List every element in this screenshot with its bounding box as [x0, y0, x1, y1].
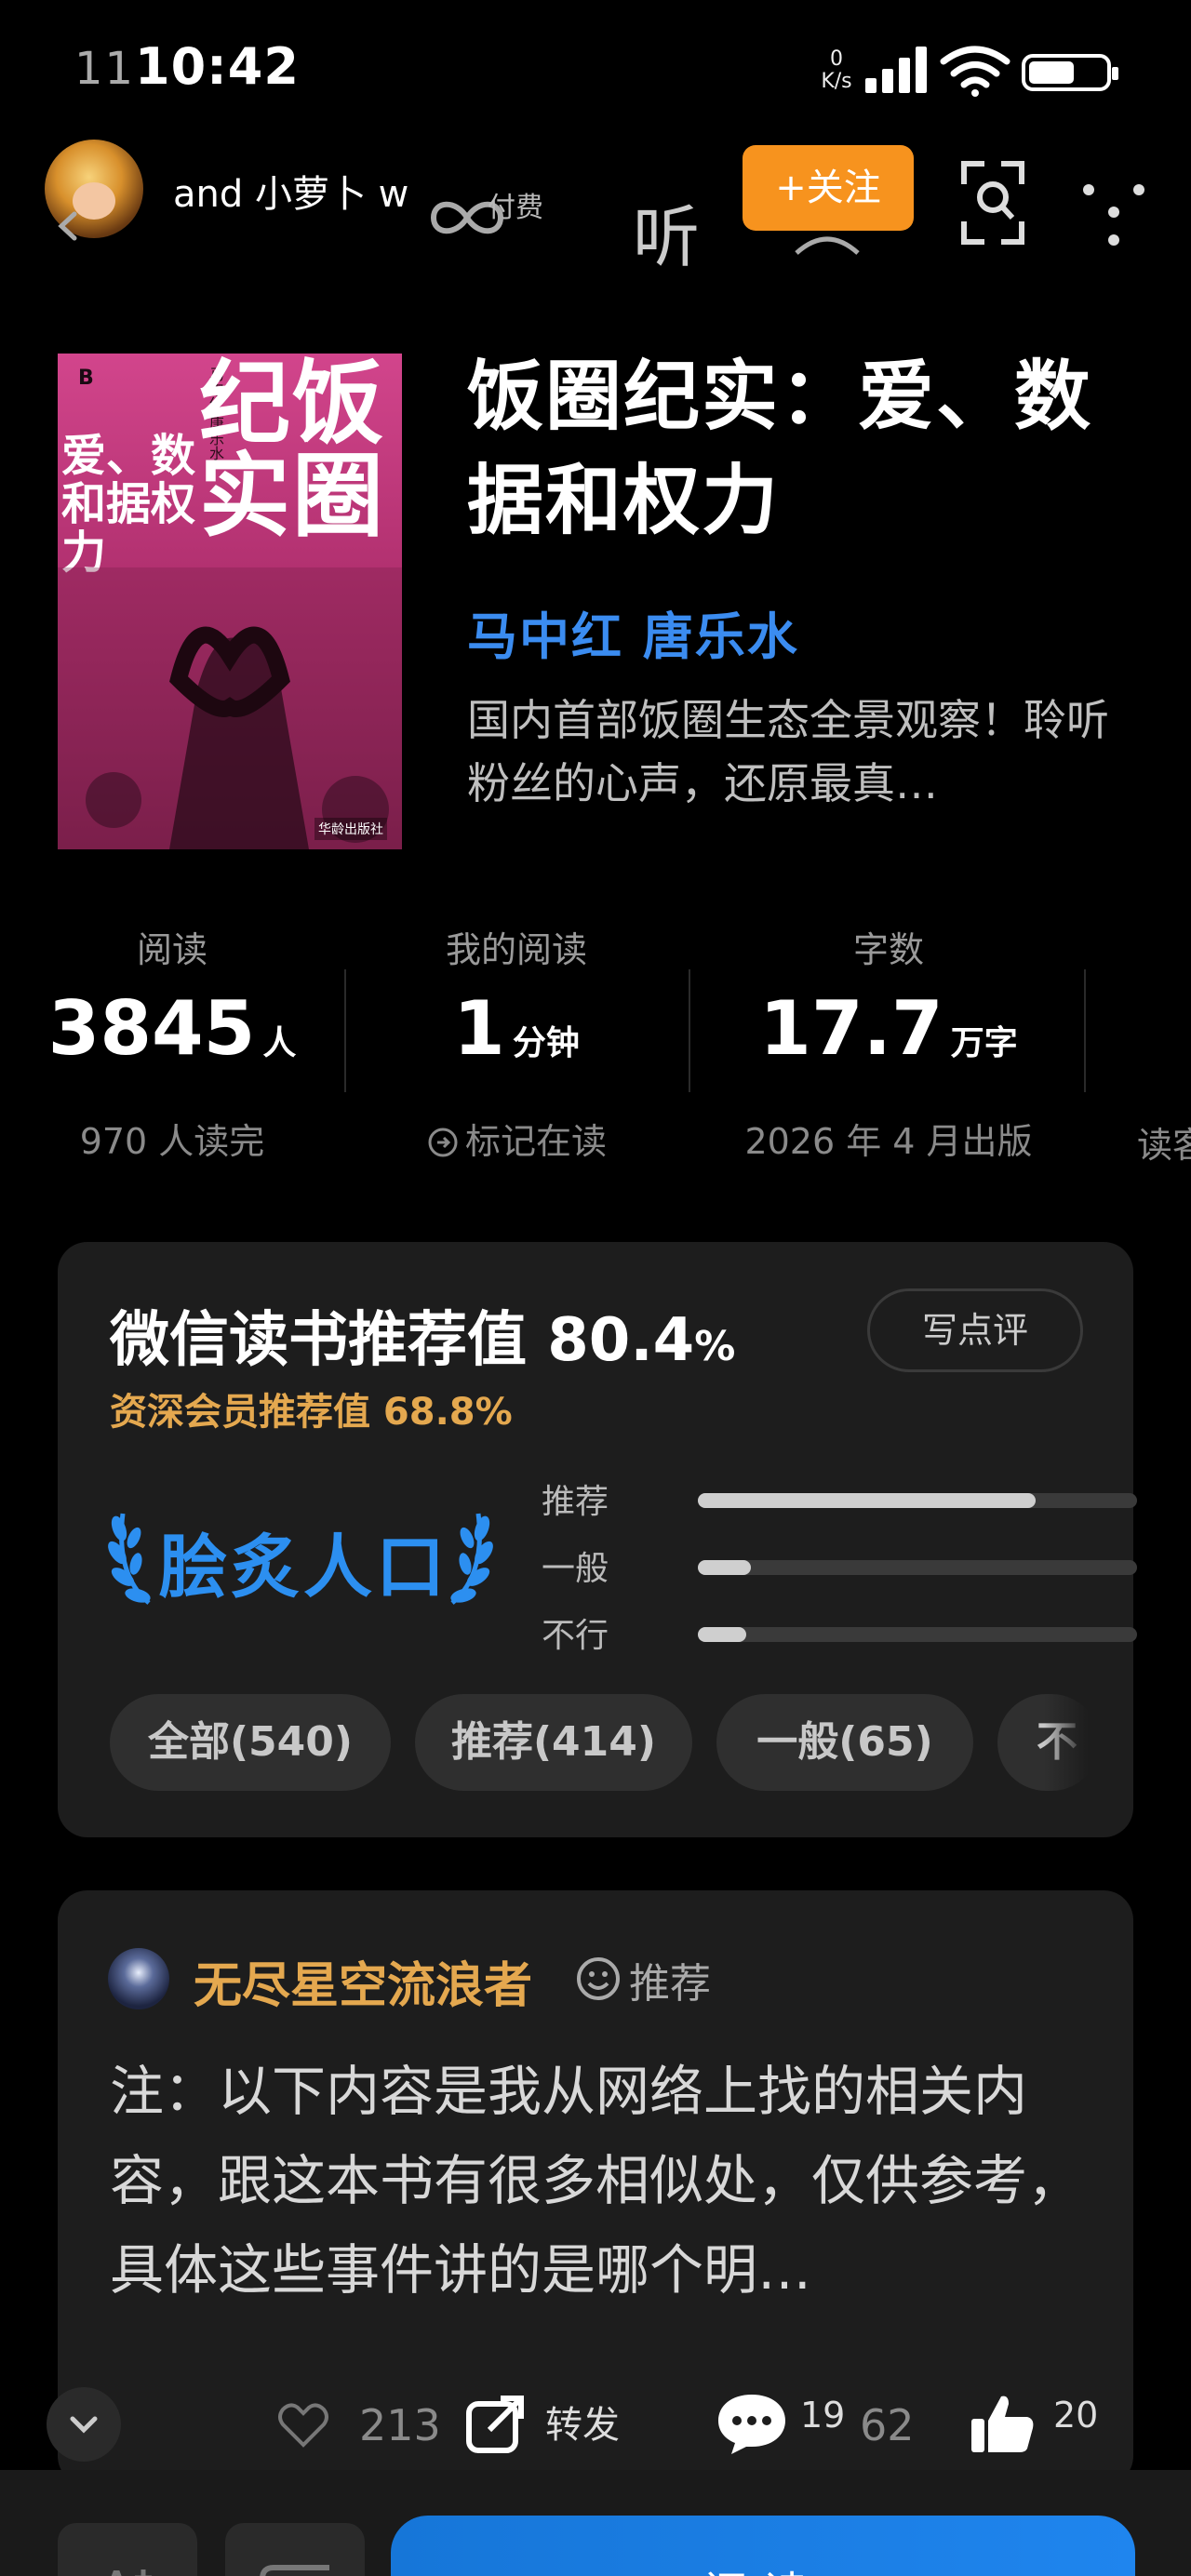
- rating-bar-label: 推荐: [542, 1483, 609, 1521]
- username[interactable]: and 小萝卜 w: [173, 164, 408, 218]
- stat-label: 字数: [852, 929, 924, 970]
- signal-icon: [865, 47, 932, 93]
- net-speed-value: 0: [830, 47, 843, 71]
- rating-bar-average: 一般: [542, 1542, 1137, 1588]
- book-authors[interactable]: 马中红 唐乐水: [467, 595, 799, 669]
- stat-sub: 2026 年 4 月出版: [744, 1121, 1033, 1162]
- arrow-circle-icon: [428, 1128, 458, 1157]
- write-review-button[interactable]: 写点评: [867, 1288, 1083, 1372]
- book-description[interactable]: 国内首部饭圈生态全景观察！聆听粉丝的心声，还原最真…: [467, 688, 1109, 815]
- font-settings-button[interactable]: A: [58, 2523, 197, 2576]
- share-label: 转发: [545, 2404, 620, 2447]
- reviewer-avatar[interactable]: [108, 1948, 169, 2009]
- comment-icon: [718, 2395, 785, 2454]
- recommend-score: 微信读书推荐值 80.4%: [110, 1306, 736, 1375]
- filter-chip-recommend[interactable]: 推荐(414): [415, 1694, 692, 1791]
- rating-bar-bad: 不行: [542, 1608, 1137, 1655]
- font-size-icon: A: [99, 2561, 152, 2576]
- stat-publisher[interactable]: 读客: [1137, 921, 1191, 1168]
- headphone-icon: [795, 236, 860, 255]
- follow-button[interactable]: +关注: [743, 145, 914, 231]
- net-speed: 0 K/s: [815, 48, 858, 93]
- smile-icon: [577, 1957, 620, 2000]
- stat-my-reading[interactable]: 我的阅读 1 分钟 标记在读: [381, 921, 651, 1164]
- filter-chip-average[interactable]: 一般(65): [716, 1694, 973, 1791]
- rating-bar-label: 一般: [542, 1550, 609, 1588]
- heart-icon: [278, 2403, 328, 2448]
- rating-bar-label: 不行: [542, 1617, 609, 1655]
- like-action[interactable]: 213: [275, 2391, 443, 2456]
- battery-icon: [1022, 54, 1118, 91]
- comment-count-alt: 62: [860, 2400, 915, 2450]
- rating-bar-track: [698, 1560, 1137, 1575]
- status-time-behind: 11: [74, 43, 136, 95]
- stat-word-count[interactable]: 字数 17.7 万字 2026 年 4 月出版: [721, 921, 1056, 1164]
- rating-bar-track: [698, 1493, 1137, 1508]
- collapse-button[interactable]: [47, 2387, 121, 2462]
- stat-label: 阅读: [136, 929, 207, 970]
- chip-fade: [1044, 1688, 1100, 1796]
- cover-title-main: 纪饭实圈: [199, 354, 386, 550]
- stat-readers[interactable]: 阅读 3845 人 970 人读完: [37, 921, 307, 1164]
- comment-action[interactable]: 19 62: [715, 2391, 919, 2456]
- status-bar: 11 10:42 0 K/s: [0, 0, 1191, 140]
- scan-icon[interactable]: [958, 156, 1027, 249]
- reviewer-name[interactable]: 无尽星空流浪者: [194, 1946, 532, 2016]
- divider: [344, 969, 346, 1092]
- review-tag: 推荐: [629, 1960, 711, 2008]
- more-icon[interactable]: [1081, 177, 1146, 249]
- laurel-left-icon: [108, 1513, 151, 1605]
- rating-bar-fill: [698, 1560, 751, 1575]
- cover-heart-hands-image: [58, 567, 402, 849]
- filter-chip-all[interactable]: 全部(540): [110, 1694, 391, 1791]
- member-recommend-score: 资深会员推荐值 68.8%: [110, 1391, 513, 1434]
- book-title: 饭圈纪实：爱、数据和权力: [467, 352, 1093, 545]
- rating-bar-fill: [698, 1493, 1037, 1508]
- cover-publisher: 华龄出版社: [314, 818, 387, 840]
- share-action[interactable]: 转发: [463, 2391, 640, 2456]
- back-chevron-icon[interactable]: [52, 210, 84, 242]
- wifi-icon: [940, 46, 1010, 97]
- stat-value: 17.7 万字: [759, 985, 1018, 1072]
- cover-logo: B: [78, 367, 94, 390]
- rating-bar-track: [698, 1627, 1137, 1642]
- share-icon: [466, 2396, 524, 2453]
- thumbs-up-icon: [971, 2396, 1034, 2452]
- bookmark-icon: [260, 2565, 329, 2576]
- divider: [689, 969, 690, 1092]
- stat-sub: 读客: [1137, 1125, 1191, 1166]
- stat-value: 3845 人: [47, 985, 297, 1072]
- stat-label: 我的阅读: [445, 929, 587, 970]
- review-text[interactable]: 注：以下内容是我从网络上找的相关内容，跟这本书有很多相似处，仅供参考，具体这些事…: [110, 2047, 1096, 2315]
- status-time: 10:42: [135, 37, 300, 96]
- net-speed-unit: K/s: [821, 70, 852, 93]
- stat-value: 1 分钟: [453, 985, 580, 1072]
- mark-reading-button[interactable]: 标记在读: [381, 1113, 651, 1164]
- rating-badge: 脍炙人口: [158, 1528, 448, 1608]
- read-button[interactable]: 阅读: [391, 2516, 1135, 2576]
- chevron-down-icon: [70, 2416, 98, 2434]
- rating-card: 微信读书推荐值 80.4% 资深会员推荐值 68.8% 写点评 脍炙人口 推荐 …: [58, 1242, 1137, 1837]
- thumbs-up-count: 20: [1053, 2395, 1099, 2436]
- cover-title-sub: 爱、数和据权力: [61, 430, 196, 579]
- divider: [1084, 969, 1086, 1092]
- svg-text:A: A: [99, 2561, 134, 2576]
- bookshelf-button[interactable]: [225, 2523, 365, 2576]
- rating-bar-recommend: 推荐: [542, 1475, 1137, 1521]
- like-count: 213: [359, 2400, 441, 2450]
- comment-count: 19: [800, 2395, 846, 2436]
- paid-label: 付费: [488, 192, 543, 224]
- battery-fill: [1029, 61, 1074, 84]
- book-cover[interactable]: B 马中红 唐乐水 纪饭实圈 爱、数和据权力 华龄出版社: [58, 354, 402, 849]
- laurel-right-icon: [450, 1513, 493, 1605]
- listen-button[interactable]: 听: [633, 182, 700, 280]
- stat-sub: 970 人读完: [79, 1121, 265, 1162]
- thumbs-up-action[interactable]: 20: [968, 2391, 1107, 2456]
- rating-bar-fill: [698, 1627, 746, 1642]
